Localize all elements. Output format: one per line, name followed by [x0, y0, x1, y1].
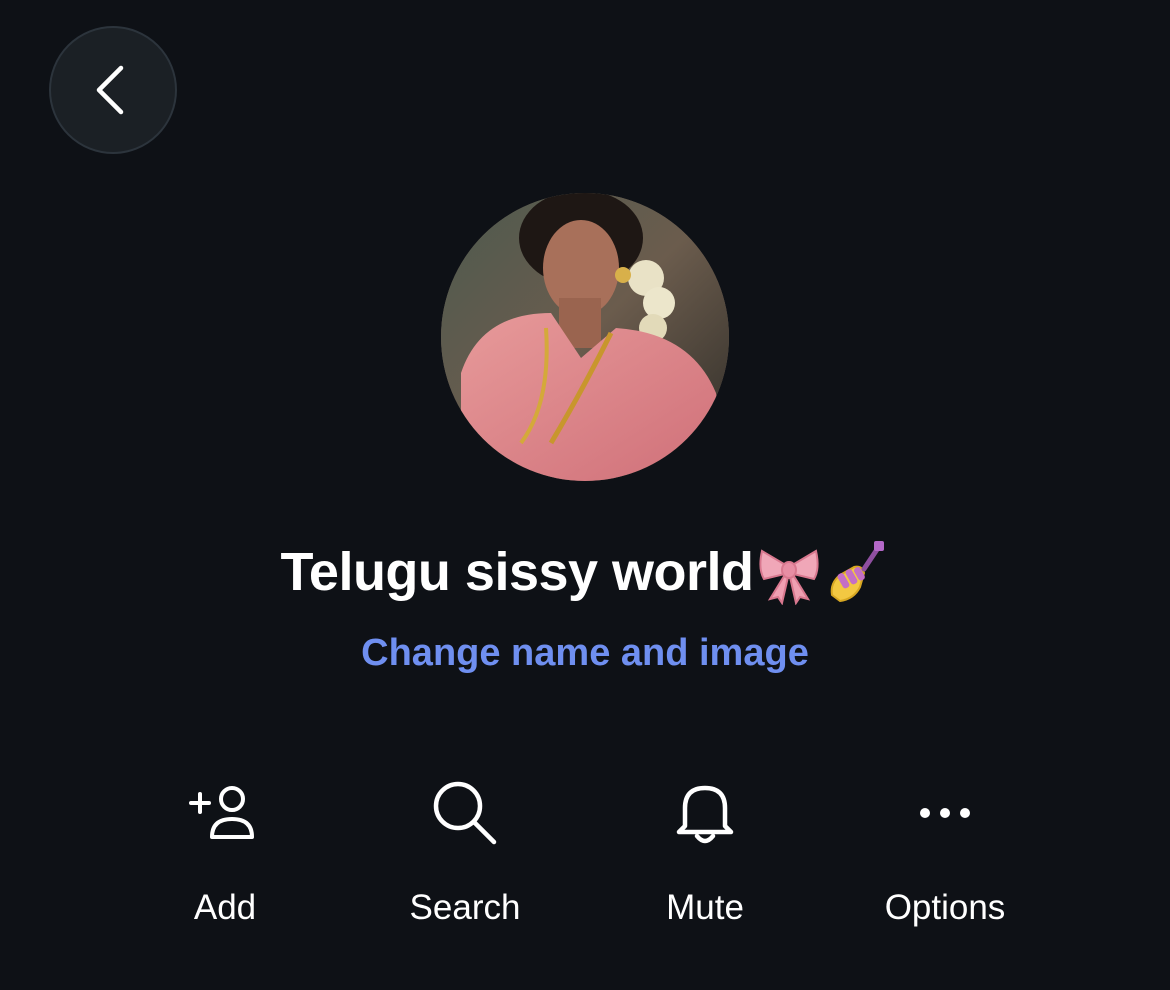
group-title: Telugu sissy world	[0, 532, 1170, 612]
options-button[interactable]: Options	[825, 760, 1065, 950]
add-label: Add	[193, 888, 257, 927]
mute-button[interactable]: Mute	[585, 760, 825, 950]
options-label: Options	[884, 888, 1006, 927]
chevron-left-icon	[96, 65, 124, 115]
search-button[interactable]: Search	[345, 760, 585, 950]
group-avatar-photo	[441, 193, 729, 481]
add-button[interactable]: Add	[105, 760, 345, 950]
search-icon	[433, 781, 497, 845]
more-horizontal-icon	[920, 808, 970, 818]
nail-polish-emoji	[824, 539, 890, 605]
group-avatar[interactable]	[441, 193, 729, 481]
bell-icon	[676, 785, 734, 844]
search-label: Search	[409, 888, 521, 927]
action-bar: Add Search Mute Options	[0, 760, 1170, 950]
mute-label: Mute	[666, 888, 744, 927]
ribbon-emoji	[756, 539, 822, 605]
change-name-and-image-link[interactable]: Change name and image	[0, 632, 1170, 675]
group-name: Telugu sissy world	[280, 542, 754, 602]
back-button[interactable]	[49, 26, 177, 154]
add-person-icon	[189, 786, 254, 839]
